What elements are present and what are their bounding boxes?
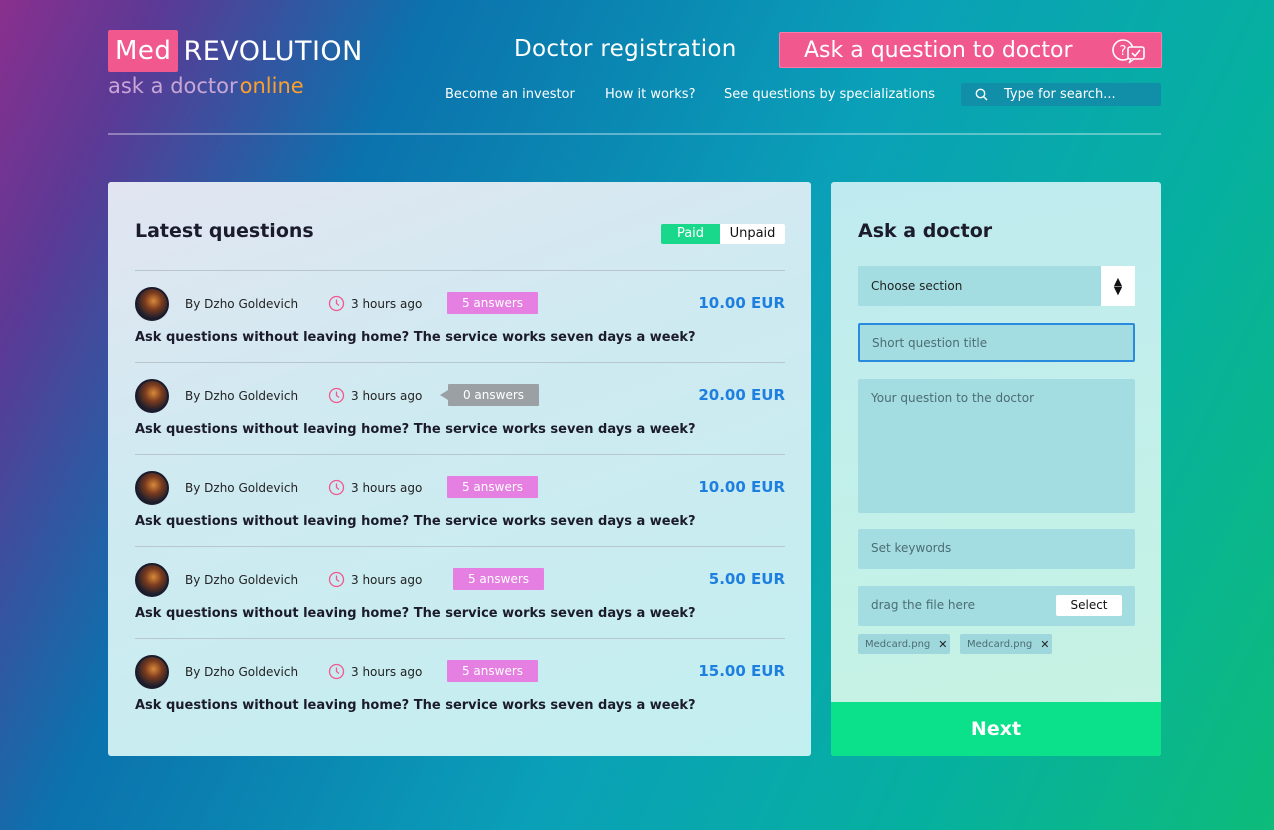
question-price: 15.00 EUR (698, 662, 785, 680)
ask-doctor-panel: Ask a doctor Choose section ▲ ▼ Short que… (831, 182, 1161, 756)
toggle-unpaid[interactable]: Unpaid (720, 224, 785, 244)
latest-questions-panel: Latest questions Paid Unpaid By Dzho Gol… (108, 182, 811, 756)
search-input[interactable]: Type for search... (1004, 87, 1116, 102)
avatar (135, 287, 169, 321)
ask-question-button[interactable]: Ask a question to doctor ? (779, 32, 1162, 68)
keywords-input[interactable]: Set keywords (858, 529, 1135, 569)
attachment-chip: Medcard.png ✕ (960, 634, 1052, 654)
question-text[interactable]: Ask questions without leaving home? The … (135, 514, 696, 529)
clock-icon (328, 571, 345, 592)
answers-badge[interactable]: 0 answers (440, 384, 539, 406)
clock-icon (328, 479, 345, 500)
close-icon[interactable]: ✕ (938, 638, 947, 651)
close-icon[interactable]: ✕ (1040, 638, 1049, 651)
clock-icon (328, 295, 345, 316)
clock-icon (328, 663, 345, 684)
question-time: 3 hours ago (351, 389, 423, 403)
avatar (135, 655, 169, 689)
question-time: 3 hours ago (351, 665, 423, 679)
nav-how-it-works[interactable]: How it works? (605, 87, 695, 102)
logo-tagline: ask a doctor (108, 74, 238, 98)
question-author[interactable]: By Dzho Goldevich (185, 573, 298, 587)
question-time: 3 hours ago (351, 481, 423, 495)
keywords-placeholder: Set keywords (871, 541, 952, 555)
logo-tagline-online: online (239, 74, 304, 98)
question-time: 3 hours ago (351, 297, 423, 311)
file-dropzone[interactable]: drag the file here Select (858, 586, 1135, 626)
question-text[interactable]: Ask questions without leaving home? The … (135, 330, 696, 345)
question-textarea[interactable]: Your question to the doctor (858, 379, 1135, 513)
nav-become-investor[interactable]: Become an investor (445, 87, 575, 102)
question-time: 3 hours ago (351, 573, 423, 587)
logo-med: Med (108, 30, 179, 72)
answers-badge[interactable]: 5 answers (447, 292, 538, 314)
attachment-name: Medcard.png (967, 638, 1033, 650)
clock-icon (328, 387, 345, 408)
file-dropzone-label: drag the file here (871, 598, 975, 612)
answers-badge[interactable]: 5 answers (447, 476, 538, 498)
answers-badge[interactable]: 5 answers (453, 568, 544, 590)
paid-filter-toggle[interactable]: Paid Unpaid (661, 224, 785, 244)
svg-text:?: ? (1120, 44, 1127, 59)
ask-question-label: Ask a question to doctor (804, 37, 1073, 63)
question-title-placeholder: Short question title (872, 336, 988, 350)
section-select-value: Choose section (871, 279, 963, 293)
question-textarea-placeholder: Your question to the doctor (871, 391, 1034, 405)
question-text[interactable]: Ask questions without leaving home? The … (135, 698, 696, 713)
question-price: 10.00 EUR (698, 294, 785, 312)
select-file-button[interactable]: Select (1056, 595, 1122, 616)
ask-doctor-title: Ask a doctor (858, 220, 993, 242)
question-item[interactable]: By Dzho Goldevich 3 hours ago 5 answers … (135, 638, 785, 730)
question-author[interactable]: By Dzho Goldevich (185, 665, 298, 679)
next-button[interactable]: Next (831, 702, 1161, 756)
question-item[interactable]: By Dzho Goldevich 3 hours ago 5 answers … (135, 546, 785, 638)
search-box[interactable]: Type for search... (961, 83, 1161, 106)
avatar (135, 471, 169, 505)
header-divider (108, 133, 1161, 135)
answers-badge[interactable]: 5 answers (447, 660, 538, 682)
logo[interactable]: Med REVOLUTION ask a doctoronline (108, 30, 363, 98)
question-price: 20.00 EUR (698, 386, 785, 404)
question-price: 5.00 EUR (708, 570, 785, 588)
search-icon (975, 88, 988, 101)
doctor-registration-link[interactable]: Doctor registration (514, 36, 737, 62)
logo-revolution: REVOLUTION (183, 35, 363, 67)
question-author[interactable]: By Dzho Goldevich (185, 389, 298, 403)
question-price: 10.00 EUR (698, 478, 785, 496)
nav-questions-by-specialization[interactable]: See questions by specializations (724, 87, 935, 102)
attachment-name: Medcard.png (865, 638, 931, 650)
toggle-paid[interactable]: Paid (661, 224, 720, 244)
question-author[interactable]: By Dzho Goldevich (185, 481, 298, 495)
section-select[interactable]: Choose section ▲ ▼ (858, 266, 1135, 306)
question-author[interactable]: By Dzho Goldevich (185, 297, 298, 311)
sort-arrows-icon: ▲ ▼ (1101, 266, 1135, 306)
question-item[interactable]: By Dzho Goldevich 3 hours ago 5 answers … (135, 454, 785, 546)
latest-questions-title: Latest questions (135, 220, 314, 242)
avatar (135, 563, 169, 597)
question-chat-icon: ? (1111, 38, 1147, 70)
avatar (135, 379, 169, 413)
question-item[interactable]: By Dzho Goldevich 3 hours ago 5 answers … (135, 270, 785, 362)
question-text[interactable]: Ask questions without leaving home? The … (135, 422, 696, 437)
question-item[interactable]: By Dzho Goldevich 3 hours ago 0 answers … (135, 362, 785, 454)
question-text[interactable]: Ask questions without leaving home? The … (135, 606, 696, 621)
question-title-input[interactable]: Short question title (858, 323, 1135, 362)
attachment-chip: Medcard.png ✕ (858, 634, 950, 654)
